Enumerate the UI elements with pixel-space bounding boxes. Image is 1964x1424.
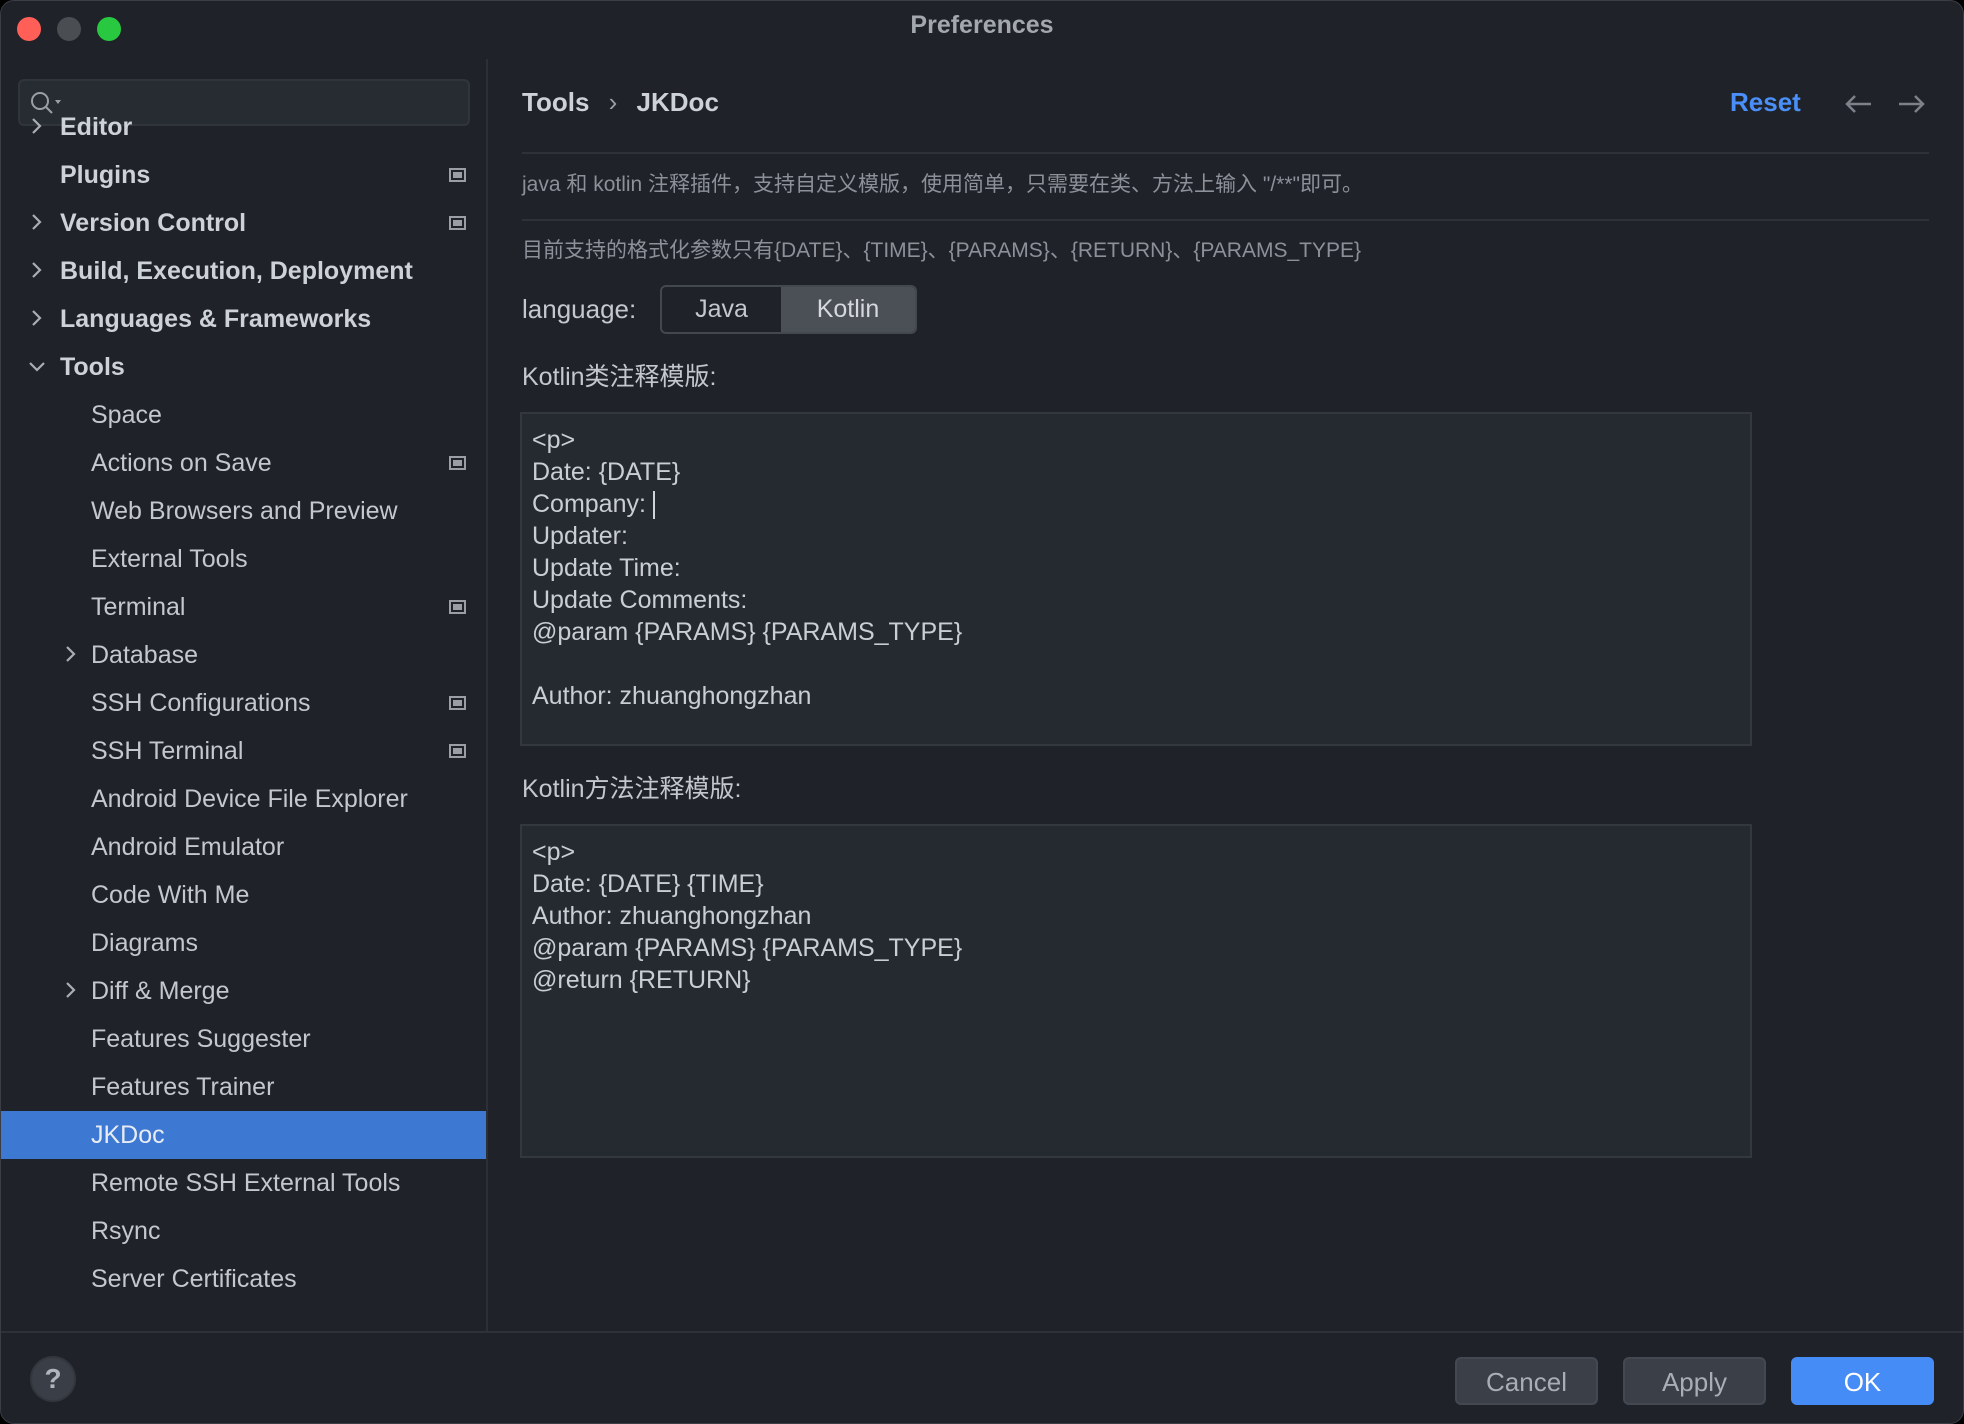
sidebar-item-label: JKDoc — [91, 1121, 165, 1149]
class-template-label: Kotlin类注释模版: — [522, 363, 717, 391]
sidebar-item-label: Plugins — [60, 161, 151, 189]
sidebar-item-label: Server Certificates — [91, 1265, 297, 1293]
sidebar-item-label: Diff & Merge — [91, 977, 230, 1005]
sidebar-item-space[interactable]: Space — [1, 391, 486, 439]
sidebar-item-label: SSH Configurations — [91, 689, 311, 717]
sidebar-item-label: Android Device File Explorer — [91, 785, 408, 813]
plugin-description: java 和 kotlin 注释插件，支持自定义模版，使用简单，只需要在类、方法… — [522, 173, 1363, 196]
settings-sidebar: Editor Plugins Version Control Build, Execu… — [1, 59, 488, 1331]
sidebar-item-remote-ssh-external-tools[interactable]: Remote SSH External Tools — [1, 1159, 486, 1207]
sidebar-item-label: Web Browsers and Preview — [91, 497, 398, 525]
project-settings-icon — [449, 216, 466, 230]
sidebar-item-android-device-file-explorer[interactable]: Android Device File Explorer — [1, 775, 486, 823]
language-option-java[interactable]: Java — [662, 287, 781, 332]
sidebar-item-label: Code With Me — [91, 881, 250, 909]
sidebar-item-languages-frameworks[interactable]: Languages & Frameworks — [1, 295, 486, 343]
language-option-kotlin[interactable]: Kotlin — [781, 287, 915, 332]
sidebar-item-version-control[interactable]: Version Control — [1, 199, 486, 247]
sidebar-item-android-emulator[interactable]: Android Emulator — [1, 823, 486, 871]
sidebar-item-build-execution-deployment[interactable]: Build, Execution, Deployment — [1, 247, 486, 295]
help-button[interactable]: ? — [30, 1356, 76, 1402]
sidebar-item-label: Space — [91, 401, 162, 429]
sidebar-item-tools[interactable]: Tools — [1, 343, 486, 391]
breadcrumb-tools[interactable]: Tools — [522, 87, 589, 117]
dialog-footer: ? Cancel Apply OK — [1, 1331, 1963, 1423]
class-template-text-rest: Updater: Update Time: Update Comments: @… — [532, 522, 963, 710]
settings-tree: Editor Plugins Version Control Build, Execu… — [1, 103, 486, 1303]
sidebar-item-label: Database — [91, 641, 199, 669]
divider — [522, 219, 1929, 221]
language-label: language: — [522, 294, 637, 324]
sidebar-item-editor[interactable]: Editor — [1, 103, 486, 151]
sidebar-item-label: Features Suggester — [91, 1025, 311, 1053]
language-segmented-control: Java Kotlin — [660, 285, 917, 334]
breadcrumb: Tools › JKDoc — [522, 87, 719, 118]
sidebar-item-label: Terminal — [91, 593, 186, 621]
sidebar-item-actions-on-save[interactable]: Actions on Save — [1, 439, 486, 487]
sidebar-item-label: Diagrams — [91, 929, 198, 957]
sidebar-item-code-with-me[interactable]: Code With Me — [1, 871, 486, 919]
window-title: Preferences — [910, 11, 1054, 39]
project-settings-icon — [449, 600, 466, 614]
sidebar-item-ssh-configurations[interactable]: SSH Configurations — [1, 679, 486, 727]
sidebar-item-features-trainer[interactable]: Features Trainer — [1, 1063, 486, 1111]
project-settings-icon — [449, 696, 466, 710]
cancel-button[interactable]: Cancel — [1455, 1357, 1598, 1405]
sidebar-item-database[interactable]: Database — [1, 631, 486, 679]
sidebar-item-web-browsers-and-preview[interactable]: Web Browsers and Preview — [1, 487, 486, 535]
sidebar-item-label: Version Control — [60, 209, 247, 237]
class-template-textarea[interactable]: <p> Date: {DATE} Company: Updater: Updat… — [520, 412, 1752, 746]
sidebar-item-plugins[interactable]: Plugins — [1, 151, 486, 199]
sidebar-item-label: Rsync — [91, 1217, 161, 1245]
sidebar-item-label: External Tools — [91, 545, 248, 573]
project-settings-icon — [449, 744, 466, 758]
sidebar-item-label: Actions on Save — [91, 449, 272, 477]
divider — [522, 152, 1929, 154]
supported-params-note: 目前支持的格式化参数只有{DATE}、{TIME}、{PARAMS}、{RETU… — [522, 239, 1362, 262]
method-template-textarea[interactable]: <p> Date: {DATE} {TIME} Author: zhuangho… — [520, 824, 1752, 1158]
sidebar-item-external-tools[interactable]: External Tools — [1, 535, 486, 583]
breadcrumb-separator: › — [608, 87, 618, 117]
project-settings-icon — [449, 168, 466, 182]
sidebar-item-label: Features Trainer — [91, 1073, 275, 1101]
text-cursor — [652, 491, 655, 520]
sidebar-item-jkdoc[interactable]: JKDoc — [1, 1111, 486, 1159]
sidebar-item-label: Build, Execution, Deployment — [60, 257, 413, 285]
sidebar-item-diff-merge[interactable]: Diff & Merge — [1, 967, 486, 1015]
sidebar-item-label: Android Emulator — [91, 833, 285, 861]
breadcrumb-jkdoc: JKDoc — [636, 87, 719, 117]
sidebar-item-ssh-terminal[interactable]: SSH Terminal — [1, 727, 486, 775]
sidebar-item-label: SSH Terminal — [91, 737, 244, 765]
method-template-label: Kotlin方法注释模版: — [522, 775, 742, 803]
reset-link[interactable]: Reset — [1730, 87, 1801, 118]
sidebar-item-terminal[interactable]: Terminal — [1, 583, 486, 631]
forward-arrow-icon[interactable] — [1897, 92, 1927, 116]
preferences-window: Preferences Editor Plugins Version Control… — [0, 0, 1964, 1424]
project-settings-icon — [449, 456, 466, 470]
sidebar-item-features-suggester[interactable]: Features Suggester — [1, 1015, 486, 1063]
sidebar-item-rsync[interactable]: Rsync — [1, 1207, 486, 1255]
sidebar-item-label: Remote SSH External Tools — [91, 1169, 401, 1197]
back-arrow-icon[interactable] — [1843, 92, 1873, 116]
sidebar-item-label: Tools — [60, 353, 125, 381]
class-template-text: <p> Date: {DATE} Company: — [532, 426, 681, 518]
sidebar-item-label: Languages & Frameworks — [60, 305, 372, 333]
ok-button[interactable]: OK — [1791, 1357, 1934, 1405]
sidebar-item-diagrams[interactable]: Diagrams — [1, 919, 486, 967]
sidebar-item-label: Editor — [60, 113, 133, 141]
jkdoc-settings-panel: Tools › JKDoc Reset java 和 kotlin 注释插件，支… — [490, 59, 1963, 1331]
apply-button[interactable]: Apply — [1623, 1357, 1766, 1405]
sidebar-item-server-certificates[interactable]: Server Certificates — [1, 1255, 486, 1303]
